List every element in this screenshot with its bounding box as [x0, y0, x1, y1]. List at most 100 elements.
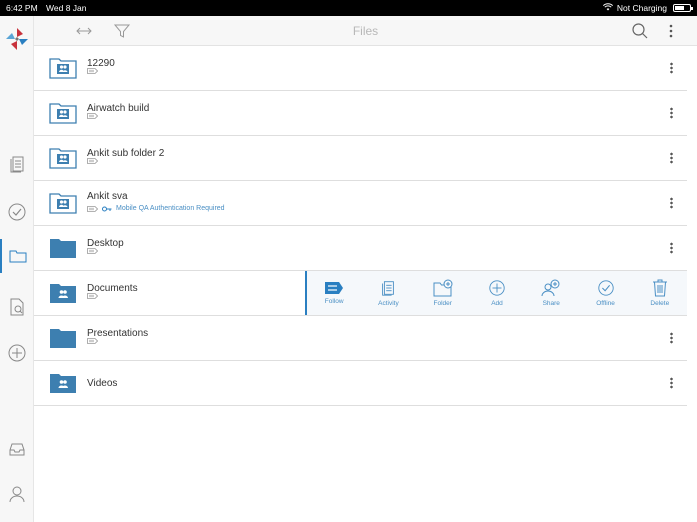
new-folder-button[interactable]: Folder [416, 271, 470, 315]
shared-folder-icon [50, 374, 76, 393]
list-item[interactable]: Ankit sub folder 2 [34, 136, 687, 181]
shared-folder-icon [49, 148, 77, 169]
search-icon [632, 23, 648, 39]
vertical-dots-icon [669, 197, 673, 209]
share-button[interactable]: Share [524, 271, 578, 315]
list-item[interactable]: 12290 [34, 46, 687, 91]
status-bar: 6:42 PM Wed 8 Jan Not Charging [0, 0, 697, 16]
row-more-button[interactable] [665, 148, 677, 168]
row-more-button[interactable] [665, 238, 677, 258]
shared-folder-icon [49, 103, 77, 124]
tag-icon [87, 158, 98, 164]
vertical-dots-icon [669, 152, 673, 164]
app-logo-icon [6, 28, 28, 50]
follow-button[interactable]: Follow [307, 271, 361, 315]
row-more-button[interactable] [665, 58, 677, 78]
action-label: Delete [650, 300, 670, 307]
status-date: Wed 8 Jan [46, 3, 87, 13]
top-bar: Files [34, 16, 697, 46]
vertical-dots-icon [669, 24, 673, 38]
document-search-icon [10, 298, 23, 316]
activity-button[interactable]: Activity [361, 271, 415, 315]
activity-icon [10, 156, 23, 173]
file-meta [87, 113, 98, 119]
shared-folder-icon [49, 58, 77, 79]
trash-icon [652, 279, 667, 297]
plus-circle-icon [489, 280, 505, 296]
shared-folder-icon [50, 284, 76, 303]
rail-offline-button[interactable] [0, 195, 33, 229]
row-more-button[interactable] [665, 373, 677, 393]
offline-button[interactable]: Offline [578, 271, 632, 315]
action-label: Folder [433, 300, 452, 307]
list-item[interactable]: Presentations [34, 316, 687, 361]
more-options-button[interactable] [661, 21, 681, 41]
check-circle-icon [8, 203, 25, 221]
file-meta [87, 158, 98, 164]
row-more-button[interactable] [665, 328, 677, 348]
tag-icon [87, 68, 98, 74]
tag-icon [87, 338, 98, 344]
vertical-dots-icon [669, 242, 673, 254]
file-meta [87, 293, 98, 299]
list-item[interactable]: Videos [34, 361, 687, 406]
rail-add-button[interactable] [0, 336, 33, 370]
charging-status: Not Charging [616, 3, 667, 13]
tag-icon [87, 248, 98, 254]
left-rail [0, 16, 34, 522]
file-name: Ankit sub folder 2 [87, 148, 165, 159]
rail-profile-button[interactable] [0, 477, 33, 511]
tag-icon [87, 113, 98, 119]
action-label: Follow [324, 298, 344, 305]
file-name: Ankit sva [87, 191, 128, 202]
rail-files-button[interactable] [0, 239, 33, 273]
page-title: Files [352, 24, 379, 38]
folder-plus-icon [433, 279, 453, 297]
vertical-dots-icon [669, 332, 673, 344]
add-button[interactable]: Add [470, 271, 524, 315]
vertical-dots-icon [669, 62, 673, 74]
list-item[interactable]: Desktop [34, 226, 687, 271]
search-button[interactable] [630, 21, 650, 41]
follow-icon [325, 282, 344, 294]
file-list: 12290 Airwatch build Ankit sub folder 2 … [34, 46, 687, 406]
shared-folder-icon [49, 193, 77, 214]
folder-icon [50, 239, 76, 258]
delete-button[interactable]: Delete [633, 271, 687, 315]
list-item[interactable]: Documents Follow Activity Folder Add Sha… [34, 271, 687, 316]
list-item[interactable]: Ankit sva Mobile QA Authentication Requi… [34, 181, 687, 226]
vertical-dots-icon [669, 377, 673, 389]
list-item[interactable]: Airwatch build [34, 91, 687, 136]
tag-icon [87, 205, 98, 212]
inbox-icon [9, 443, 24, 456]
user-icon [9, 486, 24, 503]
action-label: Activity [378, 300, 399, 307]
rail-activity-button[interactable] [0, 147, 33, 181]
key-icon [102, 206, 112, 211]
file-meta: Mobile QA Authentication Required [87, 205, 225, 212]
action-label: Add [491, 300, 503, 307]
file-meta [87, 68, 98, 74]
plus-circle-icon [8, 344, 25, 362]
share-users-icon [541, 279, 560, 297]
row-action-bar: Follow Activity Folder Add Share Offline [305, 271, 687, 315]
folder-icon [9, 250, 26, 263]
row-more-button[interactable] [665, 103, 677, 123]
rail-inbox-button[interactable] [0, 432, 33, 466]
battery-icon [673, 4, 693, 12]
wifi-icon [602, 3, 613, 13]
folder-icon [50, 329, 76, 348]
vertical-dots-icon [669, 107, 673, 119]
action-label: Offline [596, 300, 615, 307]
file-name: Videos [87, 378, 118, 389]
file-meta [87, 338, 98, 344]
file-meta [87, 248, 98, 254]
status-time: 6:42 PM [6, 3, 38, 13]
rail-search-docs-button[interactable] [0, 290, 33, 324]
file-detail: Mobile QA Authentication Required [116, 205, 225, 212]
action-label: Share [542, 300, 560, 307]
tag-icon [87, 293, 98, 299]
row-more-button[interactable] [665, 193, 677, 213]
activity-icon [382, 281, 395, 296]
check-circle-icon [597, 280, 614, 296]
